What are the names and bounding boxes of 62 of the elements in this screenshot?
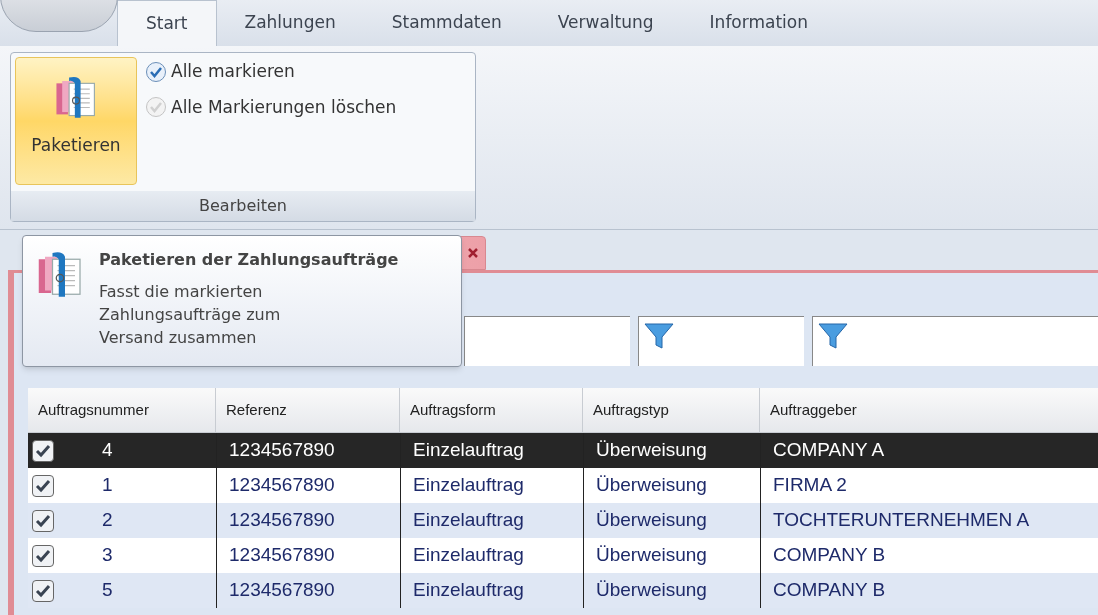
table-cell-text: Einzelauftrag [413,578,524,603]
table-cell-text: Überweisung [596,543,707,568]
command-link[interactable]: Alle Markierungen löschen [171,94,397,120]
table-cell-text: 4 [102,438,113,463]
table-cell-text: Überweisung [596,578,707,603]
table-cell-text: 5 [102,578,113,603]
filter-field[interactable] [638,316,804,366]
table-cell-text: Einzelauftrag [413,508,524,533]
ribbon-tab[interactable]: Stammdaten [363,0,530,46]
check-icon [35,548,51,563]
table-cell-text: COMPANY B [773,543,886,568]
table-row[interactable]: 3 1234567890 Einzelauftrag Überweisung COMPANY B [28,538,1098,573]
filter-icon[interactable] [817,321,849,351]
column-header[interactable]: Auftragsform [400,388,583,432]
table-cell-text: Einzelauftrag [413,543,524,568]
column-header[interactable]: Auftraggeber [760,388,1098,432]
column-header[interactable]: Referenz [216,388,400,432]
check-circle-icon [145,60,167,83]
table-cell-text: 1234567890 [229,438,335,463]
table-cell-text: Überweisung [596,508,707,533]
ribbon-tab[interactable]: Verwaltung [529,0,682,46]
table-cell-text: COMPANY A [773,438,885,463]
check-icon [35,583,51,598]
row-checkbox[interactable] [32,439,54,462]
check-icon [35,443,51,458]
table-cell-text: COMPANY B [773,578,886,603]
filter-field[interactable] [464,316,630,366]
table-row[interactable]: 4 1234567890 Einzelauftrag Überweisung COMPANY A [28,433,1098,468]
table-cell-text: 1234567890 [229,578,335,603]
tooltip-title: Paketieren der Zahlungsaufträge [99,249,399,271]
row-checkbox[interactable] [32,579,54,602]
command-link[interactable]: Alle markieren [171,59,295,85]
table-cell-text: 1234567890 [229,543,335,568]
paketieren-button[interactable]: Paketieren [15,57,137,185]
table-cell-text: Überweisung [596,473,707,498]
table-cell-text: 3 [102,543,113,568]
check-circle-icon [145,96,167,119]
ribbon-tab[interactable]: Zahlungen [216,0,364,46]
row-checkbox[interactable] [32,544,54,567]
table-cell-text: Einzelauftrag [413,438,524,463]
row-checkbox[interactable] [32,509,54,532]
table-cell-text: Überweisung [596,438,707,463]
check-icon [35,478,51,493]
close-icon[interactable] [467,247,479,259]
ribbon-tab[interactable]: Start [117,0,217,46]
ribbon-tab[interactable]: Information [681,0,836,46]
table-cell-text: 1234567890 [229,508,335,533]
column-header[interactable]: Auftragstyp [583,388,760,432]
group-label: Bearbeiten [11,191,475,221]
table-cell-text: TOCHTERUNTERNEHMEN A [773,508,1030,533]
table-cell-text: FIRMA 2 [773,473,847,498]
filter-field[interactable] [812,316,1098,366]
column-header[interactable]: Auftragsnummer [28,388,216,432]
table-cell-text: Einzelauftrag [413,473,524,498]
check-icon [35,513,51,528]
table-row[interactable]: 1 1234567890 Einzelauftrag Überweisung FIRMA 2 [28,468,1098,503]
table-cell-text: 1234567890 [229,473,335,498]
table-cell-text: 2 [102,508,113,533]
filter-icon[interactable] [643,321,675,351]
table-cell-text: 1 [102,473,113,498]
tooltip-text: Fasst die markierten Zahlungsaufträge zum Versand zusammen [99,281,282,349]
row-checkbox[interactable] [32,474,54,497]
